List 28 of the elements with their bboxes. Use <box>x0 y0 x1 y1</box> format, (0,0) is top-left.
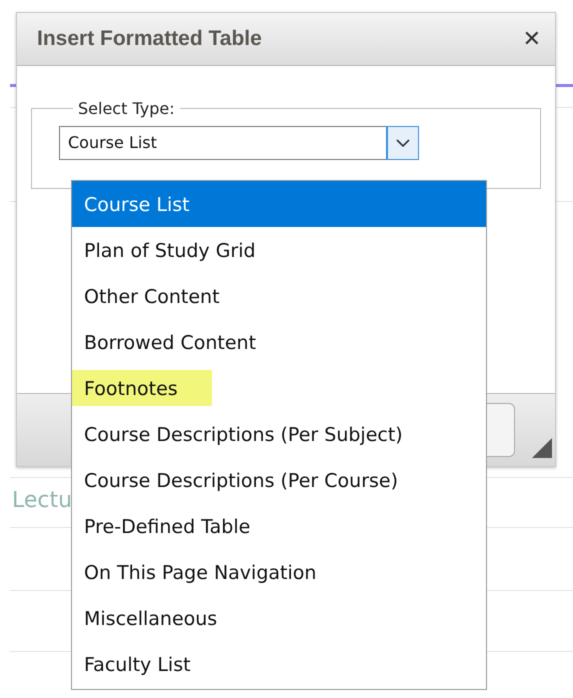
dropdown-option[interactable]: Course Descriptions (Per Course) <box>72 457 486 503</box>
dropdown-option[interactable]: Course List <box>72 181 486 227</box>
highlight-marker: On This Page Navigation <box>83 561 318 586</box>
highlight-marker: Plan of Study Grid <box>83 239 257 264</box>
select-field[interactable]: Course List <box>59 126 419 160</box>
dropdown-option[interactable]: Plan of Study Grid <box>72 227 486 273</box>
dropdown-option[interactable]: On This Page Navigation <box>72 549 486 595</box>
highlight-marker: Faculty List <box>83 653 192 678</box>
highlight-marker: Borrowed Content <box>83 331 258 356</box>
dropdown-option[interactable]: Other Content <box>72 273 486 319</box>
highlight-marker: Miscellaneous <box>83 607 218 632</box>
dropdown-option[interactable]: Pre-Defined Table <box>72 503 486 549</box>
highlight-marker: Course Descriptions (Per Subject) <box>83 423 404 448</box>
highlight-marker: Course Descriptions (Per Course) <box>83 469 400 494</box>
dropdown-option[interactable]: Faculty List <box>72 641 486 687</box>
highlight-marker: Pre-Defined Table <box>83 515 252 540</box>
dropdown-option[interactable]: Footnotes <box>72 365 486 411</box>
highlight-marker: Course List <box>83 193 191 218</box>
dialog-title: Insert Formatted Table <box>37 27 262 51</box>
highlight-marker: Other Content <box>83 285 221 310</box>
chevron-down-icon[interactable] <box>387 127 418 159</box>
resize-grip-icon[interactable] <box>532 438 552 458</box>
close-button[interactable]: ✕ <box>522 26 541 52</box>
dropdown-option[interactable]: Course Descriptions (Per Subject) <box>72 411 486 457</box>
highlight-marker: Footnotes <box>72 370 212 406</box>
dropdown-option[interactable]: Borrowed Content <box>72 319 486 365</box>
dropdown-option[interactable]: Miscellaneous <box>72 595 486 641</box>
fieldset-legend: Select Type: <box>73 99 180 118</box>
